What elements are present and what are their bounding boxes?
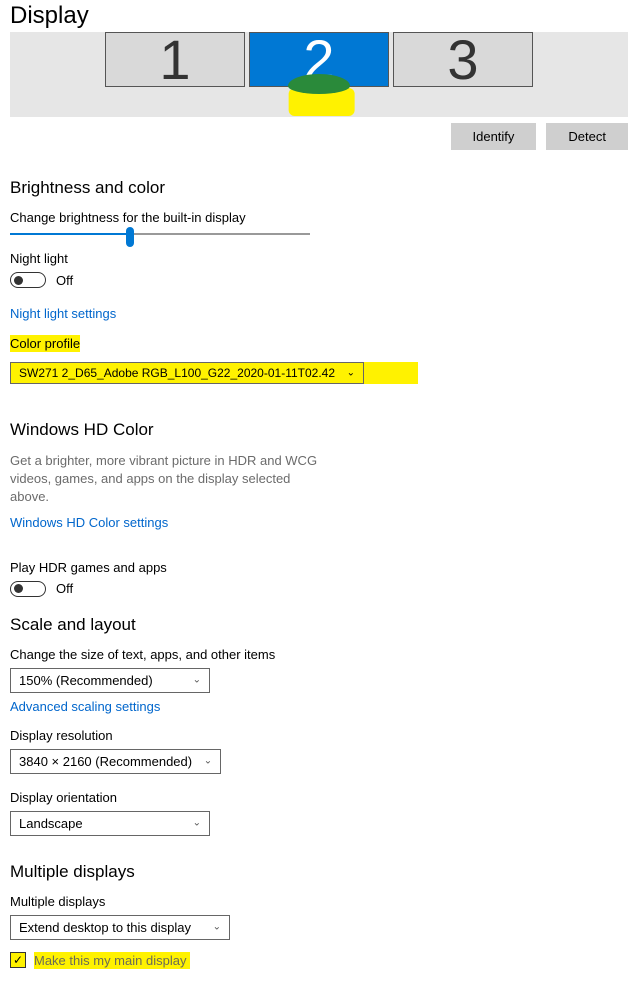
multiple-displays-label: Multiple displays bbox=[10, 894, 628, 909]
text-size-dropdown[interactable]: 150% (Recommended) ⌄ bbox=[10, 668, 210, 693]
page-title: Display bbox=[10, 2, 628, 30]
resolution-dropdown[interactable]: 3840 × 2160 (Recommended) ⌄ bbox=[10, 749, 221, 774]
multiple-displays-dropdown[interactable]: Extend desktop to this display ⌄ bbox=[10, 915, 230, 940]
orientation-label: Display orientation bbox=[10, 790, 628, 805]
identify-button[interactable]: Identify bbox=[451, 123, 537, 150]
annotation-green-mark bbox=[288, 74, 350, 94]
hdcolor-description: Get a brighter, more vibrant picture in … bbox=[10, 452, 330, 507]
monitor-3[interactable]: 3 bbox=[393, 32, 533, 87]
main-display-checkbox[interactable]: ✓ bbox=[10, 952, 26, 968]
section-hdcolor-title: Windows HD Color bbox=[10, 420, 628, 440]
color-profile-value: SW271 2_D65_Adobe RGB_L100_G22_2020-01-1… bbox=[19, 366, 335, 380]
chevron-down-icon: ⌄ bbox=[204, 756, 212, 767]
resolution-label: Display resolution bbox=[10, 728, 628, 743]
text-size-label: Change the size of text, apps, and other… bbox=[10, 647, 628, 662]
night-light-state: Off bbox=[56, 273, 73, 288]
text-size-value: 150% (Recommended) bbox=[19, 673, 153, 688]
hdr-toggle[interactable] bbox=[10, 581, 46, 597]
resolution-value: 3840 × 2160 (Recommended) bbox=[19, 754, 192, 769]
brightness-slider[interactable] bbox=[10, 233, 310, 235]
multiple-displays-value: Extend desktop to this display bbox=[19, 920, 191, 935]
monitor-1[interactable]: 1 bbox=[105, 32, 245, 87]
section-multiple-title: Multiple displays bbox=[10, 862, 628, 882]
night-light-settings-link[interactable]: Night light settings bbox=[10, 306, 116, 321]
hdr-toggle-label: Play HDR games and apps bbox=[10, 560, 628, 575]
orientation-value: Landscape bbox=[19, 816, 83, 831]
section-brightness-title: Brightness and color bbox=[10, 178, 628, 198]
chevron-down-icon: ⌄ bbox=[213, 922, 221, 933]
chevron-down-icon: ⌄ bbox=[193, 675, 201, 686]
section-scale-title: Scale and layout bbox=[10, 615, 628, 635]
color-profile-dropdown[interactable]: SW271 2_D65_Adobe RGB_L100_G22_2020-01-1… bbox=[10, 362, 364, 384]
hdcolor-settings-link[interactable]: Windows HD Color settings bbox=[10, 515, 168, 530]
annotation-yellow-extension bbox=[364, 362, 418, 384]
orientation-dropdown[interactable]: Landscape ⌄ bbox=[10, 811, 210, 836]
color-profile-label: Color profile bbox=[10, 335, 80, 352]
brightness-slider-label: Change brightness for the built-in displ… bbox=[10, 210, 628, 225]
detect-button[interactable]: Detect bbox=[546, 123, 628, 150]
advanced-scaling-link[interactable]: Advanced scaling settings bbox=[10, 699, 160, 714]
chevron-down-icon: ⌄ bbox=[193, 818, 201, 829]
night-light-label: Night light bbox=[10, 251, 628, 266]
check-icon: ✓ bbox=[13, 953, 23, 967]
main-display-label: Make this my main display bbox=[34, 952, 190, 969]
hdr-toggle-state: Off bbox=[56, 581, 73, 596]
chevron-down-icon: ⌄ bbox=[347, 368, 355, 379]
display-arrangement-area: 1 2 3 bbox=[10, 32, 628, 117]
night-light-toggle[interactable] bbox=[10, 272, 46, 288]
